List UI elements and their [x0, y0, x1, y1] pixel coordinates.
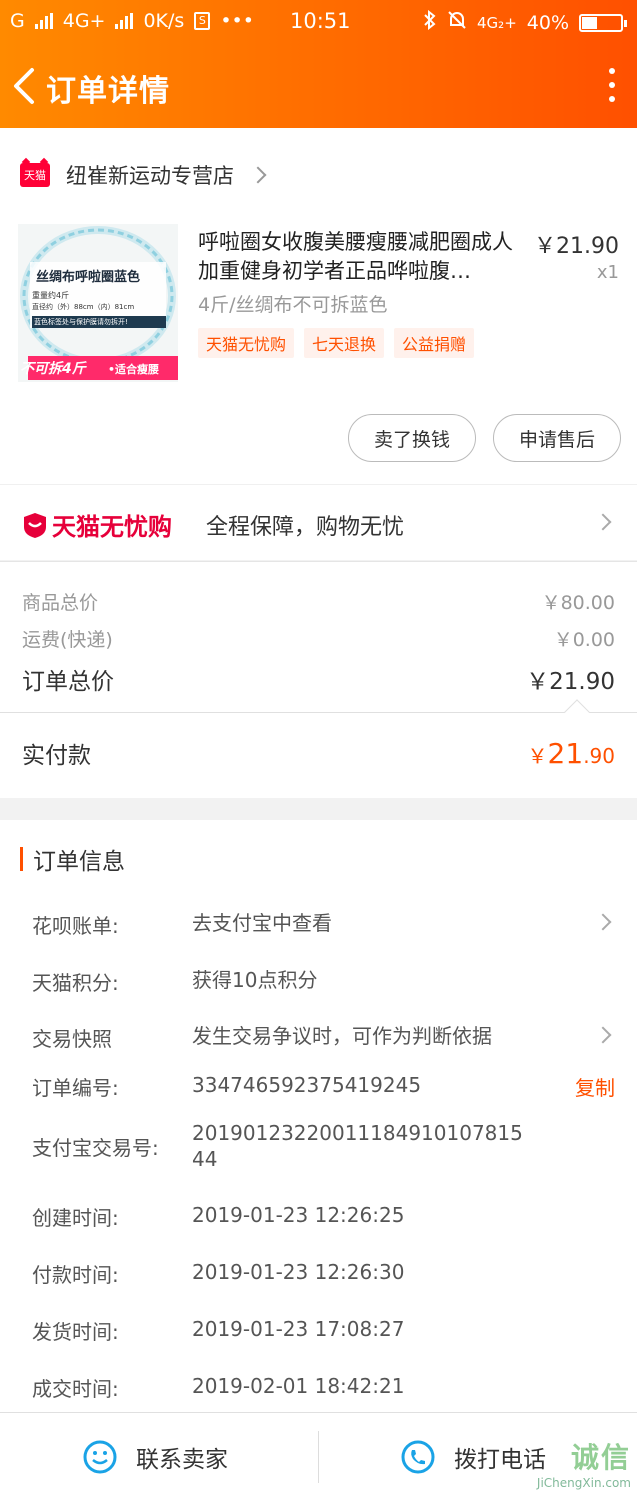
thumb-line3: 直径约（外）88cm（内）81cm [32, 303, 135, 311]
product-tags: 天猫无忧购 七天退换 公益捐赠 [198, 328, 475, 358]
product-thumbnail[interactable]: 丝绸布呼啦圈蓝色 重量约4斤 直径约（外）88cm（内）81cm 蓝色标签处与保… [18, 224, 178, 382]
info-value: 去支付宝中查看 [192, 911, 332, 935]
store-link[interactable]: 天猫 纽崔新运动专营店 [20, 158, 267, 192]
worry-free-text: 全程保障，购物无忧 [206, 515, 405, 540]
copy-button[interactable]: 复制 [575, 1072, 615, 1101]
info-key: 发货时间: [32, 1320, 119, 1344]
order-number-value: 334746592375419245 [192, 1073, 422, 1097]
bluetooth-icon [423, 9, 437, 35]
order-info-title: 订单信息 [33, 849, 125, 875]
alipay-number-value: 2019012322001118491010781544 [192, 1121, 523, 1171]
watermark-text: 诚信 [570, 1441, 631, 1474]
chevron-right-icon [594, 1026, 612, 1044]
carrier-label: G [10, 10, 25, 32]
call-button[interactable]: 拨打电话 [400, 1413, 546, 1500]
info-key: 天猫积分: [32, 971, 119, 995]
tag-seven-day-return: 七天退换 [304, 328, 385, 358]
tag-worry-free: 天猫无忧购 [198, 328, 295, 358]
divider [318, 1431, 319, 1483]
worry-free-logo-text: 天猫无忧购 [52, 513, 172, 541]
info-value: 2019-01-23 17:08:27 [192, 1317, 405, 1341]
section-title: 订单信息 [20, 846, 125, 875]
order-total-label: 订单总价 [22, 669, 114, 695]
product-spec: 4斤/丝绸布不可拆蓝色 [198, 294, 388, 316]
section-accent-bar [20, 847, 23, 871]
contact-seller-button[interactable]: 联系卖家 [82, 1413, 228, 1500]
chevron-left-icon [14, 68, 34, 104]
order-item-card: 天猫 纽崔新运动专营店 丝绸布呼啦圈蓝色 重量约4斤 直径约（外）88cm（内）… [0, 128, 637, 560]
info-key: 交易快照 [32, 1027, 112, 1051]
info-value: 获得10点积分 [192, 968, 318, 992]
clock: 10:51 [290, 9, 351, 33]
paid-amount: ￥21.90 [527, 736, 615, 770]
network-label-2: 4G₂+ [477, 13, 517, 32]
chevron-right-icon [594, 913, 612, 931]
mute-alarm-icon [447, 10, 467, 35]
worry-free-logo: 天猫无忧购 [22, 507, 172, 542]
battery-level [582, 16, 597, 29]
goods-total-value: ￥80.00 [541, 592, 615, 614]
thumb-badge-left: 不可拆4斤 [20, 361, 86, 377]
signal-icon [34, 13, 53, 29]
shipping-value: ￥0.00 [553, 629, 615, 651]
info-key: 花呗账单: [32, 914, 119, 938]
info-key: 付款时间: [32, 1263, 119, 1287]
battery-label: 40% [526, 11, 569, 34]
thumb-line1: 丝绸布呼啦圈蓝色 [36, 270, 141, 285]
divider-notch [564, 699, 590, 725]
more-status-icon: ••• [220, 10, 254, 32]
thumb-line4: 蓝色标签处与保护膜请勿拆开! [32, 316, 166, 328]
battery-icon [579, 13, 627, 32]
goods-total-row: 商品总价 ￥80.00 [22, 588, 615, 615]
after-sale-button[interactable]: 申请售后 [493, 414, 621, 462]
top-bar: G 4G+ 0K/s S ••• 10:51 4G₂+ 40% 订单详情 [0, 0, 637, 128]
network-label: 4G+ [62, 10, 106, 32]
info-key: 订单编号: [32, 1076, 119, 1100]
header: 订单详情 [0, 50, 637, 122]
more-menu-button[interactable] [607, 68, 617, 102]
price-summary: 商品总价 ￥80.00 运费(快递) ￥0.00 订单总价 ￥21.90 实付款… [0, 561, 637, 798]
info-key: 创建时间: [32, 1206, 119, 1230]
signal-icon-2 [115, 13, 134, 29]
product-title[interactable]: 呼啦圈女收腹美腰瘦腰减肥圈成人加重健身初学者正品哗啦腹… [198, 228, 524, 286]
divider [0, 712, 637, 713]
chat-smile-icon [83, 1440, 117, 1474]
sell-for-cash-button[interactable]: 卖了换钱 [348, 414, 476, 462]
info-key: 支付宝交易号: [32, 1136, 159, 1160]
info-value: 2019-01-23 12:26:30 [192, 1260, 405, 1284]
order-total-row: 订单总价 ￥21.90 [22, 662, 615, 696]
tag-charity: 公益捐赠 [394, 328, 475, 358]
phone-icon [401, 1440, 435, 1474]
page-title: 订单详情 [46, 74, 170, 109]
chevron-right-icon [594, 513, 612, 531]
chevron-right-icon [249, 166, 267, 184]
paid-label: 实付款 [22, 743, 91, 769]
info-key: 成交时间: [32, 1377, 119, 1401]
back-button[interactable] [10, 66, 44, 106]
goods-total-label: 商品总价 [22, 592, 99, 614]
info-value: 2019-01-23 12:26:25 [192, 1203, 405, 1227]
info-value: 2019-02-01 18:42:21 [192, 1374, 405, 1398]
product-price: ￥21.90 [534, 234, 619, 259]
info-value: 发生交易争议时，可作为判断依据 [192, 1024, 492, 1048]
order-total-value: ￥21.90 [526, 669, 615, 695]
thumb-line2: 重量约4斤 [32, 291, 70, 300]
store-name: 纽崔新运动专营店 [66, 164, 234, 188]
worry-free-row[interactable]: 天猫无忧购 全程保障，购物无忧 [0, 484, 637, 560]
watermark-url: JiChengXin.com [536, 1476, 631, 1490]
thumb-badge-right: •适合瘦腰 [108, 363, 160, 376]
tmall-badge-icon: 天猫 [20, 163, 50, 187]
watermark: 诚信 JiChengXin.com [537, 1436, 631, 1490]
contact-seller-label: 联系卖家 [136, 1447, 228, 1473]
product-quantity: x1 [596, 262, 619, 283]
speed-label: 0K/s [143, 10, 185, 32]
shipping-row: 运费(快递) ￥0.00 [22, 625, 615, 652]
status-bar: G 4G+ 0K/s S ••• 10:51 4G₂+ 40% [0, 0, 637, 44]
order-info-section: 订单信息 花呗账单: 去支付宝中查看 天猫积分: 获得10点积分 交易快照 发生… [0, 820, 637, 1412]
shipping-label: 运费(快递) [22, 629, 113, 651]
call-label: 拨打电话 [454, 1447, 546, 1473]
paid-row: 实付款 ￥21.90 [22, 736, 615, 770]
sim-icon: S [194, 12, 211, 30]
tmall-shield-icon [24, 512, 46, 538]
